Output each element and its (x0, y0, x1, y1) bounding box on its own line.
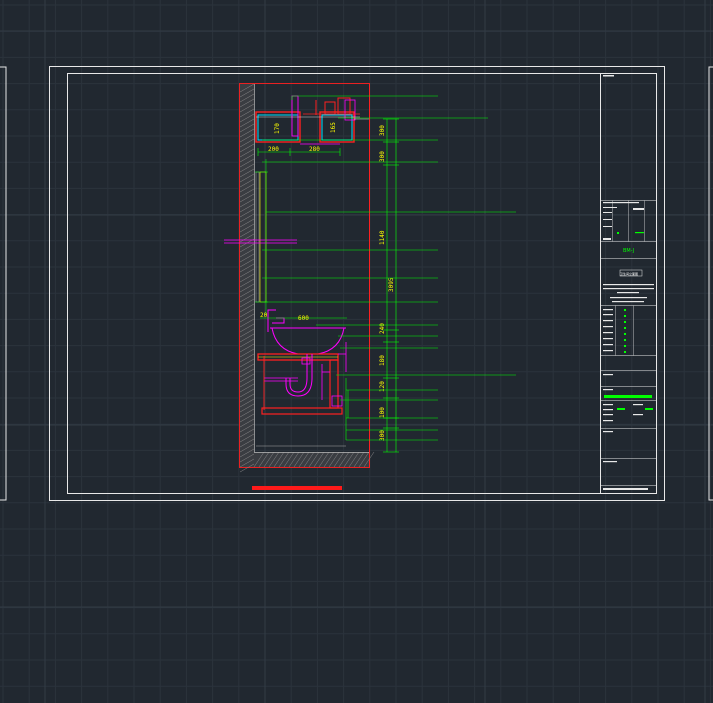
sheet-outer-border[interactable] (49, 66, 665, 501)
ceiling-soffit (255, 95, 369, 145)
dim-v-120: 120 (379, 381, 386, 392)
cad-model-space[interactable]: BM-J 卫生间立面图 200 280 170 165 20 600 300 3… (0, 0, 713, 703)
title-block-heading: 卫生间立面图 (620, 271, 638, 276)
title-block-green-bar (604, 395, 652, 398)
drain-trap (264, 354, 330, 400)
dim-v-240: 240 (379, 323, 386, 334)
dim-200: 200 (268, 146, 279, 153)
dim-v-100: 100 (379, 407, 386, 418)
dim-v-300-second: 300 (379, 151, 386, 162)
title-block-table-rows (603, 305, 634, 356)
dim-280: 280 (309, 146, 320, 153)
right-adjacent-sheet (708, 66, 713, 501)
dim-v-1140: 1140 (379, 230, 386, 245)
dim-170: 170 (274, 123, 281, 134)
material-leader-lines (262, 95, 516, 441)
dim-v-300-bottom: 300 (379, 430, 386, 441)
dim-165: 165 (330, 122, 337, 133)
dim-600: 600 (298, 315, 309, 322)
dim-v-180: 180 (379, 355, 386, 366)
scale-bar (252, 486, 342, 490)
dim-v-300-top: 300 (379, 125, 386, 136)
vertical-dimension-chain: 300 300 1140 3095 240 180 120 100 300 (379, 118, 399, 453)
background-grid (0, 0, 713, 703)
dim-v-3095: 3095 (388, 277, 395, 292)
dim-20: 20 (260, 312, 268, 319)
wall-cladding (224, 171, 297, 303)
horizontal-dimensions: 200 280 170 165 20 600 (257, 122, 347, 322)
title-block-green-label: BM-J (623, 248, 634, 254)
